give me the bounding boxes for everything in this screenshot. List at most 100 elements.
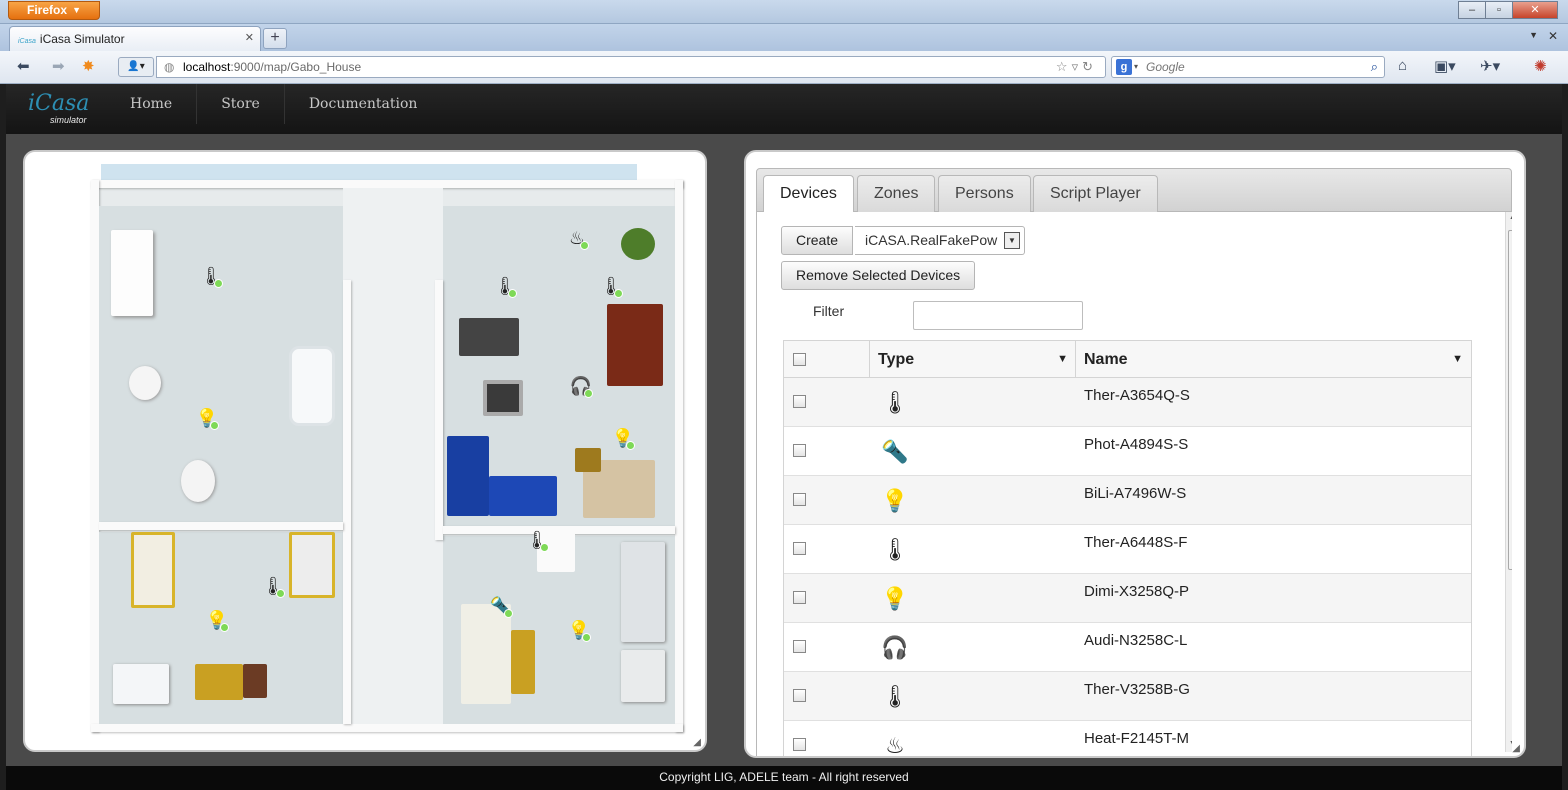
- row-checkbox[interactable]: [793, 738, 806, 751]
- map-thermometer-icon[interactable]: 🌡: [261, 574, 285, 598]
- search-engine-icon[interactable]: g: [1116, 59, 1132, 75]
- map-heater-icon[interactable]: ♨: [565, 226, 589, 250]
- close-icon[interactable]: ✕: [1548, 29, 1558, 43]
- table-row[interactable]: ♨ Heat-F2145T-M: [784, 721, 1471, 756]
- browser-tab[interactable]: iCasa iCasa Simulator ✕: [9, 26, 261, 51]
- table-row[interactable]: 💡 Dimi-X3258Q-P: [784, 574, 1471, 623]
- resize-handle-icon[interactable]: ◢: [693, 737, 701, 748]
- wall: [91, 724, 683, 732]
- resize-handle-icon[interactable]: ◢: [1512, 743, 1520, 754]
- thermometer-icon: 🌡: [881, 684, 909, 709]
- map-dimmer-icon[interactable]: 💡: [611, 426, 635, 450]
- select-all-checkbox[interactable]: [793, 353, 806, 366]
- page-footer: Copyright LIG, ADELE team - All right re…: [6, 766, 1562, 790]
- table-row[interactable]: 🌡 Ther-V3258B-G: [784, 672, 1471, 721]
- new-tab-button[interactable]: +: [263, 28, 287, 49]
- search-icon[interactable]: ⌕: [1371, 57, 1378, 77]
- chevron-down-icon: ▼: [72, 5, 81, 15]
- fridge: [621, 542, 665, 642]
- url-bar[interactable]: ◍ localhost:9000/map/Gabo_House ☆▿↻: [156, 56, 1106, 78]
- map-photometer-icon[interactable]: 🔦: [489, 594, 513, 618]
- firebug-icon[interactable]: ✺: [1534, 57, 1547, 75]
- panel-tabs: Devices Zones Persons Script Player: [756, 168, 1512, 214]
- wall: [435, 280, 443, 540]
- row-checkbox[interactable]: [793, 493, 806, 506]
- row-checkbox[interactable]: [793, 640, 806, 653]
- thermometer-icon: 🌡: [881, 390, 909, 415]
- table-row[interactable]: 🌡 Ther-A3654Q-S: [784, 378, 1471, 427]
- row-checkbox[interactable]: [793, 444, 806, 457]
- map-thermometer-icon[interactable]: 🌡: [599, 274, 623, 298]
- close-tab-icon[interactable]: ✕: [245, 31, 254, 44]
- device-type-select[interactable]: iCASA.RealFakePow ▼: [855, 226, 1025, 255]
- tab-devices[interactable]: Devices: [763, 175, 854, 214]
- table-row[interactable]: 🎧 Audi-N3258C-L: [784, 623, 1471, 672]
- map-thermometer-icon[interactable]: 🌡: [199, 264, 223, 288]
- tab-persons[interactable]: Persons: [938, 175, 1031, 213]
- menu-store[interactable]: Store: [197, 84, 285, 124]
- maximize-button[interactable]: ▫: [1485, 1, 1513, 19]
- remove-selected-devices-button[interactable]: Remove Selected Devices: [781, 261, 976, 290]
- table-row[interactable]: 💡 BiLi-A7496W-S: [784, 476, 1471, 525]
- tab-script-player[interactable]: Script Player: [1033, 175, 1158, 213]
- forward-icon[interactable]: ➡: [52, 57, 65, 75]
- type-column-header[interactable]: Type ▼: [870, 341, 1076, 378]
- scrollbar-thumb[interactable]: [1508, 230, 1512, 570]
- bathtub: [289, 346, 335, 426]
- table-row[interactable]: 🌡 Ther-A6448S-F: [784, 525, 1471, 574]
- map-bulb-icon[interactable]: 💡: [567, 618, 591, 642]
- device-name: Dimi-X3258Q-P: [1084, 583, 1190, 600]
- row-checkbox[interactable]: [793, 689, 806, 702]
- logo-sub-text: simulator: [50, 115, 87, 125]
- bookmarks-icon[interactable]: ▣▾: [1434, 57, 1456, 75]
- map-audio-icon[interactable]: 🎧: [569, 374, 593, 398]
- device-type-value: iCASA.RealFakePow: [865, 232, 998, 248]
- wall: [91, 180, 99, 732]
- globe-icon: ◍: [164, 60, 175, 74]
- map-thermometer-icon[interactable]: 🌡: [525, 528, 549, 552]
- row-checkbox[interactable]: [793, 542, 806, 555]
- table-row[interactable]: 🔦 Phot-A4894S-S: [784, 427, 1471, 476]
- window-titlebar: Firefox ▼ – ▫ ✕: [0, 0, 1568, 24]
- scroll-up-icon[interactable]: ▲: [1509, 214, 1512, 221]
- close-window-button[interactable]: ✕: [1512, 1, 1558, 19]
- back-icon[interactable]: ⬅: [17, 57, 30, 75]
- content-scrollbar[interactable]: ▲ ▼: [1505, 212, 1512, 752]
- tab-title: iCasa Simulator: [39, 32, 125, 46]
- status-dot: [540, 543, 549, 552]
- search-bar[interactable]: g ▾ Google ⌕: [1111, 56, 1385, 78]
- sink: [129, 366, 161, 400]
- tv: [459, 318, 519, 356]
- row-checkbox[interactable]: [793, 591, 806, 604]
- map-thermometer-icon[interactable]: 🌡: [493, 274, 517, 298]
- addon-icon[interactable]: ✈▾: [1480, 57, 1500, 75]
- bookmark-star-icon[interactable]: ☆▿↻: [1056, 57, 1097, 77]
- app-header: iCasa simulator Home Store Documentation: [6, 84, 1562, 134]
- filter-label: Filter: [813, 303, 845, 319]
- map-bulb-icon[interactable]: 💡: [195, 406, 219, 430]
- chevron-down-icon[interactable]: ▼: [1452, 341, 1463, 378]
- home-icon[interactable]: ⌂: [1398, 57, 1407, 74]
- photometer-icon: 🔦: [881, 439, 909, 464]
- filter-input[interactable]: [913, 301, 1083, 330]
- url-path: :9000/map/Gabo_House: [230, 60, 362, 74]
- chevron-down-icon: ▾: [1134, 62, 1139, 71]
- row-checkbox[interactable]: [793, 395, 806, 408]
- firefox-menu-button[interactable]: Firefox ▼: [8, 1, 100, 20]
- device-name: Heat-F2145T-M: [1084, 730, 1190, 747]
- name-column-header[interactable]: Name ▼: [1076, 341, 1471, 378]
- status-dot: [508, 289, 517, 298]
- icasa-logo[interactable]: iCasa simulator: [26, 91, 116, 129]
- site-identity-button[interactable]: 👤▾: [118, 57, 154, 77]
- menu-home[interactable]: Home: [106, 84, 198, 124]
- addon-star-icon[interactable]: ✸: [82, 57, 95, 75]
- minimize-button[interactable]: –: [1458, 1, 1486, 19]
- list-all-tabs-icon[interactable]: ▼: [1529, 30, 1538, 40]
- menu-documentation[interactable]: Documentation: [285, 84, 442, 124]
- wall: [343, 280, 351, 724]
- map-top-strip: [101, 164, 637, 180]
- create-device-button[interactable]: Create: [781, 226, 854, 255]
- chevron-down-icon[interactable]: ▼: [1057, 341, 1068, 378]
- map-dimmer-icon[interactable]: 💡: [205, 608, 229, 632]
- tab-zones[interactable]: Zones: [857, 175, 936, 213]
